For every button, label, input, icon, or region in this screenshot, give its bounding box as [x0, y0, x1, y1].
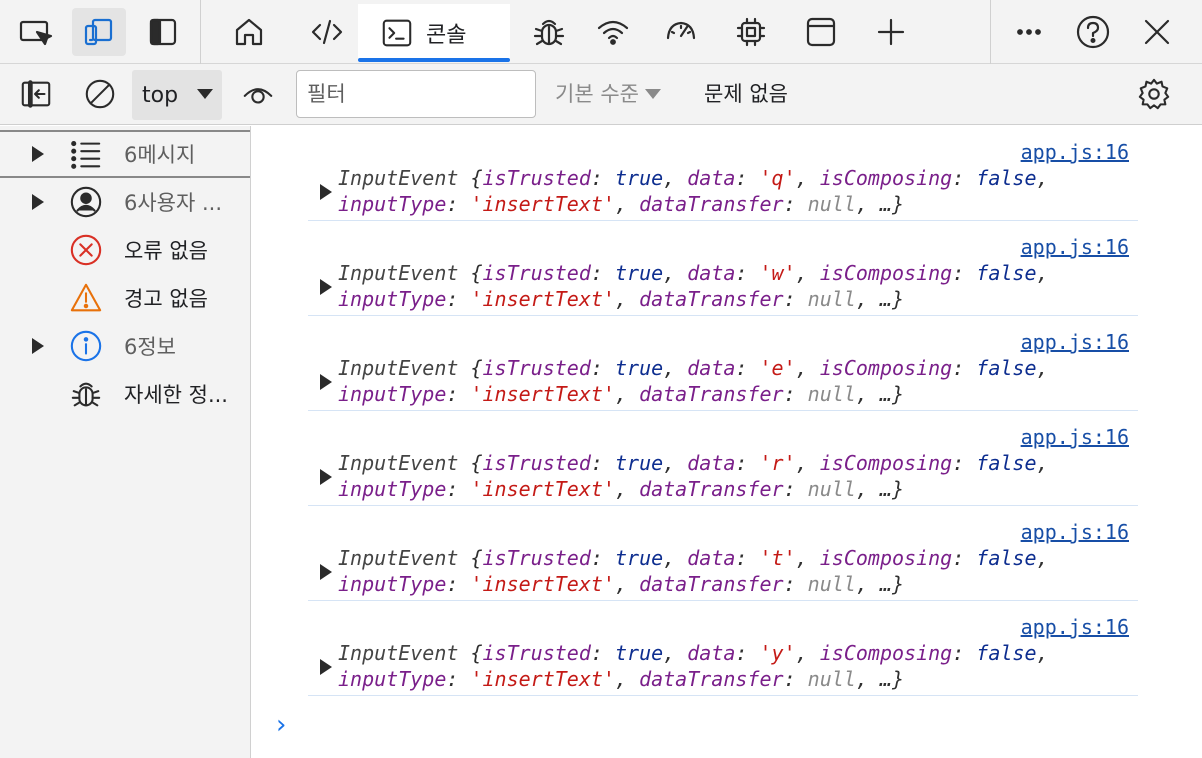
- console-message: app.js:16 InputEvent {isTrusted: true, d…: [308, 126, 1138, 221]
- warning-icon: [68, 280, 104, 316]
- help-icon[interactable]: [1066, 8, 1120, 56]
- source-link[interactable]: app.js:16: [1021, 330, 1129, 354]
- console-message: app.js:16 InputEvent {isTrusted: true, d…: [308, 221, 1138, 316]
- device-icon[interactable]: [72, 8, 126, 56]
- console-sidebar: 6메시지 6사용자 ... 오류 없음 경고 없음 6정보 자세한 정...: [0, 126, 251, 758]
- message-line-1: InputEvent {isTrusted: true, data: 'q', …: [338, 166, 1049, 190]
- sidebar-item-errors[interactable]: 오류 없음: [0, 226, 250, 274]
- sidebar-item-label: 6메시지: [124, 143, 196, 167]
- wifi-icon[interactable]: [586, 8, 640, 56]
- plus-icon[interactable]: [864, 8, 918, 56]
- sidebar-item-label: 6사용자 ...: [124, 191, 223, 215]
- ellipsis-icon[interactable]: [1002, 8, 1056, 56]
- message-line-1: InputEvent {isTrusted: true, data: 'e', …: [338, 356, 1049, 380]
- message-line-2: inputType: 'insertText', dataTransfer: n…: [338, 382, 904, 406]
- console-prompt[interactable]: ›: [276, 710, 286, 740]
- sidebar-item-info[interactable]: 6정보: [0, 322, 250, 370]
- inspect-icon[interactable]: [8, 8, 62, 56]
- source-link[interactable]: app.js:16: [1021, 615, 1129, 639]
- chip-icon[interactable]: [724, 8, 778, 56]
- console-message: app.js:16 InputEvent {isTrusted: true, d…: [308, 316, 1138, 411]
- sidebar-toggle-icon[interactable]: [16, 74, 56, 114]
- sidebar-item-verbose[interactable]: 자세한 정...: [0, 370, 250, 418]
- source-link[interactable]: app.js:16: [1021, 520, 1129, 544]
- context-selector[interactable]: top: [132, 70, 222, 120]
- chevron-down-icon: [197, 89, 213, 99]
- bug-icon[interactable]: [522, 8, 576, 56]
- clear-console-icon[interactable]: [80, 74, 120, 114]
- source-link[interactable]: app.js:16: [1021, 140, 1129, 164]
- sidebar-item-label: 6정보: [124, 335, 177, 359]
- message-line-1: InputEvent {isTrusted: true, data: 'y', …: [338, 641, 1049, 665]
- bug-icon: [68, 376, 104, 412]
- log-level-label: 기본 수준: [555, 82, 639, 106]
- home-icon[interactable]: [222, 8, 276, 56]
- sidebar-item-label: 경고 없음: [124, 287, 208, 311]
- message-line-2: inputType: 'insertText', dataTransfer: n…: [338, 287, 904, 311]
- source-link[interactable]: app.js:16: [1021, 235, 1129, 259]
- tab-console-label: 콘솔: [426, 23, 467, 48]
- context-value: top: [142, 82, 179, 108]
- console-message: app.js:16 InputEvent {isTrusted: true, d…: [308, 411, 1138, 506]
- sidebar-item-messages[interactable]: 6메시지: [0, 130, 250, 178]
- close-icon[interactable]: [1130, 8, 1184, 56]
- info-icon: [68, 328, 104, 364]
- console-messages: app.js:16 InputEvent {isTrusted: true, d…: [252, 126, 1202, 758]
- tab-console[interactable]: 콘솔: [358, 4, 510, 62]
- message-line-1: InputEvent {isTrusted: true, data: 't', …: [338, 546, 1049, 570]
- sidebar-item-label: 자세한 정...: [124, 383, 228, 407]
- active-tab-indicator: [358, 58, 510, 62]
- expand-arrow-icon[interactable]: [32, 194, 44, 210]
- expand-arrow-icon[interactable]: [32, 146, 44, 162]
- expand-object-icon[interactable]: [320, 564, 332, 580]
- console-icon: [382, 19, 412, 47]
- message-line-1: InputEvent {isTrusted: true, data: 'w', …: [338, 261, 1049, 285]
- devtools-tab-bar: 콘솔: [0, 0, 1202, 64]
- expand-object-icon[interactable]: [320, 184, 332, 200]
- console-message: app.js:16 InputEvent {isTrusted: true, d…: [308, 601, 1138, 696]
- expand-object-icon[interactable]: [320, 659, 332, 675]
- sidebar-item-user-messages[interactable]: 6사용자 ...: [0, 178, 250, 226]
- expand-arrow-icon[interactable]: [32, 338, 44, 354]
- chevron-down-icon: [644, 89, 661, 99]
- log-level-dropdown[interactable]: 기본 수준: [555, 78, 661, 108]
- code-icon[interactable]: [300, 8, 354, 56]
- expand-object-icon[interactable]: [320, 469, 332, 485]
- user-icon: [68, 184, 104, 220]
- gauge-icon[interactable]: [654, 8, 708, 56]
- console-toolbar: top 기본 수준 문제 없음: [0, 64, 1202, 125]
- message-line-2: inputType: 'insertText', dataTransfer: n…: [338, 667, 904, 691]
- settings-gear-icon[interactable]: [1134, 74, 1174, 114]
- expand-object-icon[interactable]: [320, 374, 332, 390]
- expand-object-icon[interactable]: [320, 279, 332, 295]
- sidebar-item-label: 오류 없음: [124, 239, 208, 263]
- message-line-1: InputEvent {isTrusted: true, data: 'r', …: [338, 451, 1049, 475]
- filter-input[interactable]: [296, 70, 536, 118]
- error-icon: [68, 232, 104, 268]
- list-icon: [68, 136, 104, 172]
- issues-counter[interactable]: 문제 없음: [704, 78, 788, 108]
- sidebar-item-warnings[interactable]: 경고 없음: [0, 274, 250, 322]
- window-icon[interactable]: [794, 8, 848, 56]
- live-expression-eye-icon[interactable]: [238, 74, 278, 114]
- message-line-2: inputType: 'insertText', dataTransfer: n…: [338, 572, 904, 596]
- source-link[interactable]: app.js:16: [1021, 425, 1129, 449]
- console-message: app.js:16 InputEvent {isTrusted: true, d…: [308, 506, 1138, 601]
- message-line-2: inputType: 'insertText', dataTransfer: n…: [338, 192, 904, 216]
- message-line-2: inputType: 'insertText', dataTransfer: n…: [338, 477, 904, 501]
- dock-side-icon[interactable]: [136, 8, 190, 56]
